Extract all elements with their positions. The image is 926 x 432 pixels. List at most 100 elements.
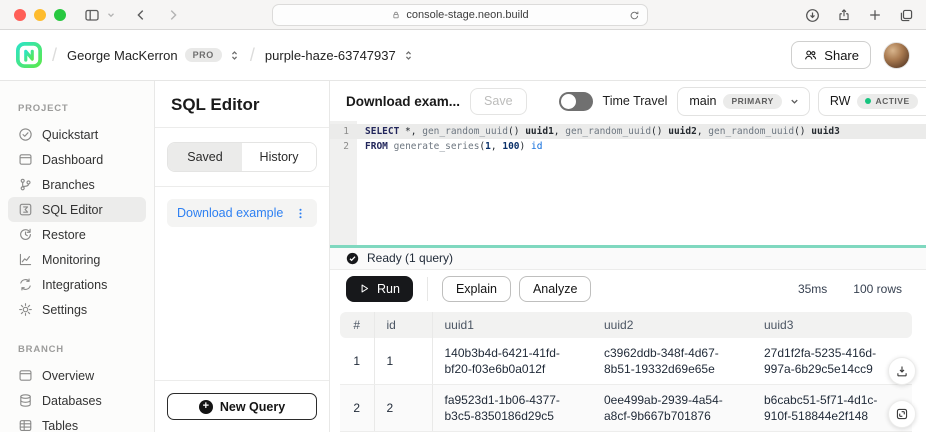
sidebar-item-label: SQL Editor [42, 203, 103, 217]
context-selectors: main PRIMARY RW ACTIVE [677, 87, 926, 116]
column-header: id [374, 312, 432, 338]
sidebar-item-quickstart[interactable]: Quickstart [8, 122, 146, 147]
query-row-count: 100 rows [853, 282, 902, 296]
sidebar-item-dashboard[interactable]: Dashboard [8, 147, 146, 172]
divider [155, 127, 329, 128]
sidebar-item-sql-editor[interactable]: SQL Editor [8, 197, 146, 222]
results-table: #iduuid1uuid2uuid3 11140b3b4d-6421-41fd-… [340, 312, 912, 432]
main-layout: PROJECT Quickstart Dashboard Branches SQL E… [0, 81, 926, 432]
zoom-window-button[interactable] [54, 9, 66, 21]
code-line[interactable]: 2FROM generate_series(1, 100) id [330, 139, 926, 154]
people-icon [803, 48, 818, 62]
column-header: # [340, 312, 374, 338]
analyze-button[interactable]: Analyze [519, 276, 591, 302]
sql-code-editor[interactable]: 1SELECT *, gen_random_uuid() uuid1, gen_… [330, 121, 926, 245]
table-cell: fa9523d1-1b06-4377-b3c5-8350186d29c5 [432, 384, 592, 431]
time-travel-toggle[interactable] [559, 92, 593, 111]
download-results-button[interactable] [888, 357, 916, 385]
share-label: Share [824, 48, 859, 63]
neon-logo[interactable] [16, 42, 42, 68]
compute-select[interactable]: RW ACTIVE [818, 87, 926, 116]
project-name: purple-haze-63747937 [265, 48, 396, 63]
saved-query-label: Download example [177, 206, 292, 220]
share-page-icon[interactable] [837, 8, 851, 23]
saved-query-item[interactable]: Download example [167, 199, 317, 227]
sidebar-item-tables[interactable]: Tables [8, 413, 146, 432]
branches-icon [18, 177, 33, 192]
code-line[interactable]: 1SELECT *, gen_random_uuid() uuid1, gen_… [330, 124, 926, 139]
sidebar-project-items: Quickstart Dashboard Branches SQL Editor Res… [0, 122, 154, 322]
table-cell: 2 [340, 384, 374, 431]
lock-icon [391, 10, 401, 20]
sidebar-item-label: Branches [42, 178, 95, 192]
url-text: console-stage.neon.build [406, 9, 528, 21]
kebab-menu-icon[interactable] [292, 205, 309, 222]
chevron-down-icon[interactable] [106, 10, 116, 20]
code-text: FROM generate_series(1, 100) id [357, 139, 542, 154]
play-icon [359, 283, 370, 294]
query-status-bar: Ready (1 query) [330, 248, 926, 270]
sidebar-item-label: Settings [42, 303, 87, 317]
user-avatar[interactable] [883, 42, 910, 69]
new-query-label: New Query [220, 400, 285, 414]
back-icon[interactable] [134, 8, 148, 22]
select-chevrons-icon [229, 49, 240, 62]
reload-icon[interactable] [629, 10, 640, 21]
save-button[interactable]: Save [470, 88, 527, 115]
overview-icon [18, 368, 33, 383]
sidebar-project-label: PROJECT [18, 103, 154, 114]
time-travel-label: Time Travel [603, 94, 668, 108]
org-name: George MacKerron [67, 48, 178, 63]
new-query-button[interactable]: + New Query [167, 393, 317, 420]
column-header: uuid2 [592, 312, 752, 338]
sidebar-item-settings[interactable]: Settings [8, 297, 146, 322]
code-text: SELECT *, gen_random_uuid() uuid1, gen_r… [357, 124, 840, 139]
plus-icon: + [199, 400, 213, 414]
downloads-icon[interactable] [805, 8, 820, 23]
tab-history[interactable]: History [242, 143, 316, 171]
table-cell: 1 [374, 338, 432, 385]
sidebar-item-integrations[interactable]: Integrations [8, 272, 146, 297]
share-button[interactable]: Share [791, 41, 871, 69]
explain-button[interactable]: Explain [442, 276, 511, 302]
table-cell: 2 [374, 384, 432, 431]
tables-icon [18, 418, 33, 432]
monitoring-icon [18, 252, 33, 267]
table-cell: 140b3b4d-6421-41fd-bf20-f03e6b0a012f [432, 338, 592, 385]
expand-results-button[interactable] [888, 400, 916, 428]
branch-select[interactable]: main PRIMARY [677, 87, 809, 116]
breadcrumb-project[interactable]: purple-haze-63747937 [265, 48, 414, 63]
line-number: 2 [330, 139, 357, 154]
sidebar-item-monitoring[interactable]: Monitoring [8, 247, 146, 272]
divider [427, 277, 428, 301]
compute-badge: ACTIVE [857, 94, 917, 109]
breadcrumb-org[interactable]: George MacKerron PRO [67, 48, 240, 63]
app-window: console-stage.neon.build [0, 0, 926, 432]
sidebar-toggle-icon[interactable] [84, 7, 100, 23]
sql-editor-icon [18, 202, 33, 217]
minimize-window-button[interactable] [34, 9, 46, 21]
run-button[interactable]: Run [346, 276, 413, 302]
editor-panel: Download exam... Save Time Travel main P… [330, 81, 926, 432]
query-actions: Run Explain Analyze 35ms 100 rows [330, 270, 926, 308]
table-cell: c3962ddb-348f-4d67-8b51-19332d69e65e [592, 338, 752, 385]
tab-overview-icon[interactable] [899, 8, 914, 23]
tab-saved[interactable]: Saved [168, 143, 242, 171]
sidebar-item-label: Dashboard [42, 153, 103, 167]
sidebar-item-databases[interactable]: Databases [8, 388, 146, 413]
close-window-button[interactable] [14, 9, 26, 21]
sidebar-branch-label: BRANCH [18, 344, 154, 355]
sidebar-item-overview[interactable]: Overview [8, 363, 146, 388]
address-bar[interactable]: console-stage.neon.build [272, 4, 648, 26]
saved-queries-panel: SQL Editor Saved History Download exampl… [155, 81, 330, 432]
sidebar-item-restore[interactable]: Restore [8, 222, 146, 247]
table-cell: 1 [340, 338, 374, 385]
branch-value: main [689, 94, 716, 108]
panel-title: SQL Editor [155, 81, 329, 127]
new-tab-icon[interactable] [868, 8, 882, 22]
query-title: Download exam... [346, 94, 460, 109]
sidebar-item-branches[interactable]: Branches [8, 172, 146, 197]
line-number: 1 [330, 124, 357, 139]
column-header: uuid1 [432, 312, 592, 338]
forward-icon[interactable] [166, 8, 180, 22]
